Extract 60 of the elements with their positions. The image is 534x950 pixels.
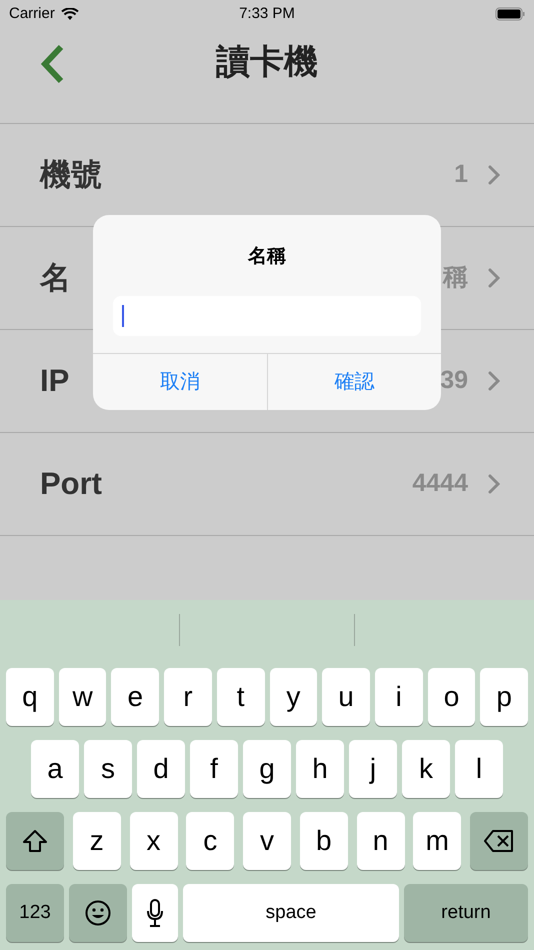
wifi-icon: [60, 8, 79, 20]
key[interactable]: c: [186, 812, 234, 870]
clock-time: 7:33 PM: [239, 4, 295, 24]
emoji-key[interactable]: [69, 884, 127, 942]
dialog-button[interactable]: 確認: [266, 354, 441, 410]
dialog-title: 名稱: [248, 245, 286, 269]
chevron-right-icon: [488, 371, 500, 391]
key[interactable]: d: [137, 740, 185, 798]
dialog-button[interactable]: 取消: [93, 354, 266, 410]
row-label: 名: [40, 258, 71, 297]
key[interactable]: x: [130, 812, 178, 870]
carrier-name: Carrier: [9, 4, 55, 24]
key[interactable]: g: [243, 740, 291, 798]
key[interactable]: r: [164, 668, 212, 726]
key[interactable]: o: [428, 668, 476, 726]
key[interactable]: q: [6, 668, 54, 726]
microphone-icon: [146, 899, 164, 927]
key[interactable]: y: [270, 668, 318, 726]
key[interactable]: p: [480, 668, 528, 726]
key[interactable]: s: [84, 740, 132, 798]
key[interactable]: n: [356, 812, 404, 870]
name-input-field[interactable]: [113, 296, 421, 336]
key[interactable]: t: [216, 668, 265, 726]
space-key[interactable]: space: [183, 884, 399, 942]
delete-key[interactable]: [470, 812, 528, 870]
key[interactable]: j: [349, 740, 397, 798]
chevron-right-icon: [488, 268, 500, 288]
return-key[interactable]: return: [404, 884, 528, 942]
row-label: Port: [40, 464, 102, 503]
key[interactable]: i: [374, 668, 423, 726]
row-value: 稱: [443, 262, 468, 294]
chevron-right-icon: [488, 165, 500, 185]
key[interactable]: z: [72, 812, 121, 870]
battery-icon: [495, 7, 525, 21]
key[interactable]: e: [111, 668, 160, 726]
numbers-key[interactable]: 123: [6, 884, 64, 942]
key[interactable]: m: [413, 812, 462, 870]
key[interactable]: u: [322, 668, 370, 726]
key[interactable]: a: [31, 740, 79, 798]
row-value: 1: [454, 159, 468, 190]
backspace-icon: [484, 830, 514, 852]
key[interactable]: h: [296, 740, 344, 798]
key[interactable]: v: [243, 812, 291, 870]
shift-icon: [22, 829, 48, 853]
smiley-icon: [85, 900, 111, 926]
row-value: 4444: [412, 468, 468, 500]
shift-key[interactable]: [6, 812, 64, 870]
key[interactable]: b: [300, 812, 348, 870]
row-value: 39: [440, 365, 468, 396]
key[interactable]: k: [402, 740, 450, 798]
key[interactable]: w: [58, 668, 106, 726]
key[interactable]: l: [455, 740, 503, 798]
back-chevron-icon: [39, 44, 65, 84]
dictation-key[interactable]: [132, 884, 178, 942]
key[interactable]: f: [190, 740, 238, 798]
settings-row[interactable]: Port 4444: [0, 433, 534, 536]
row-label: IP: [40, 362, 70, 400]
row-label: 機號: [40, 156, 102, 194]
page-title: 讀卡機: [216, 42, 318, 83]
chevron-right-icon: [488, 474, 500, 494]
